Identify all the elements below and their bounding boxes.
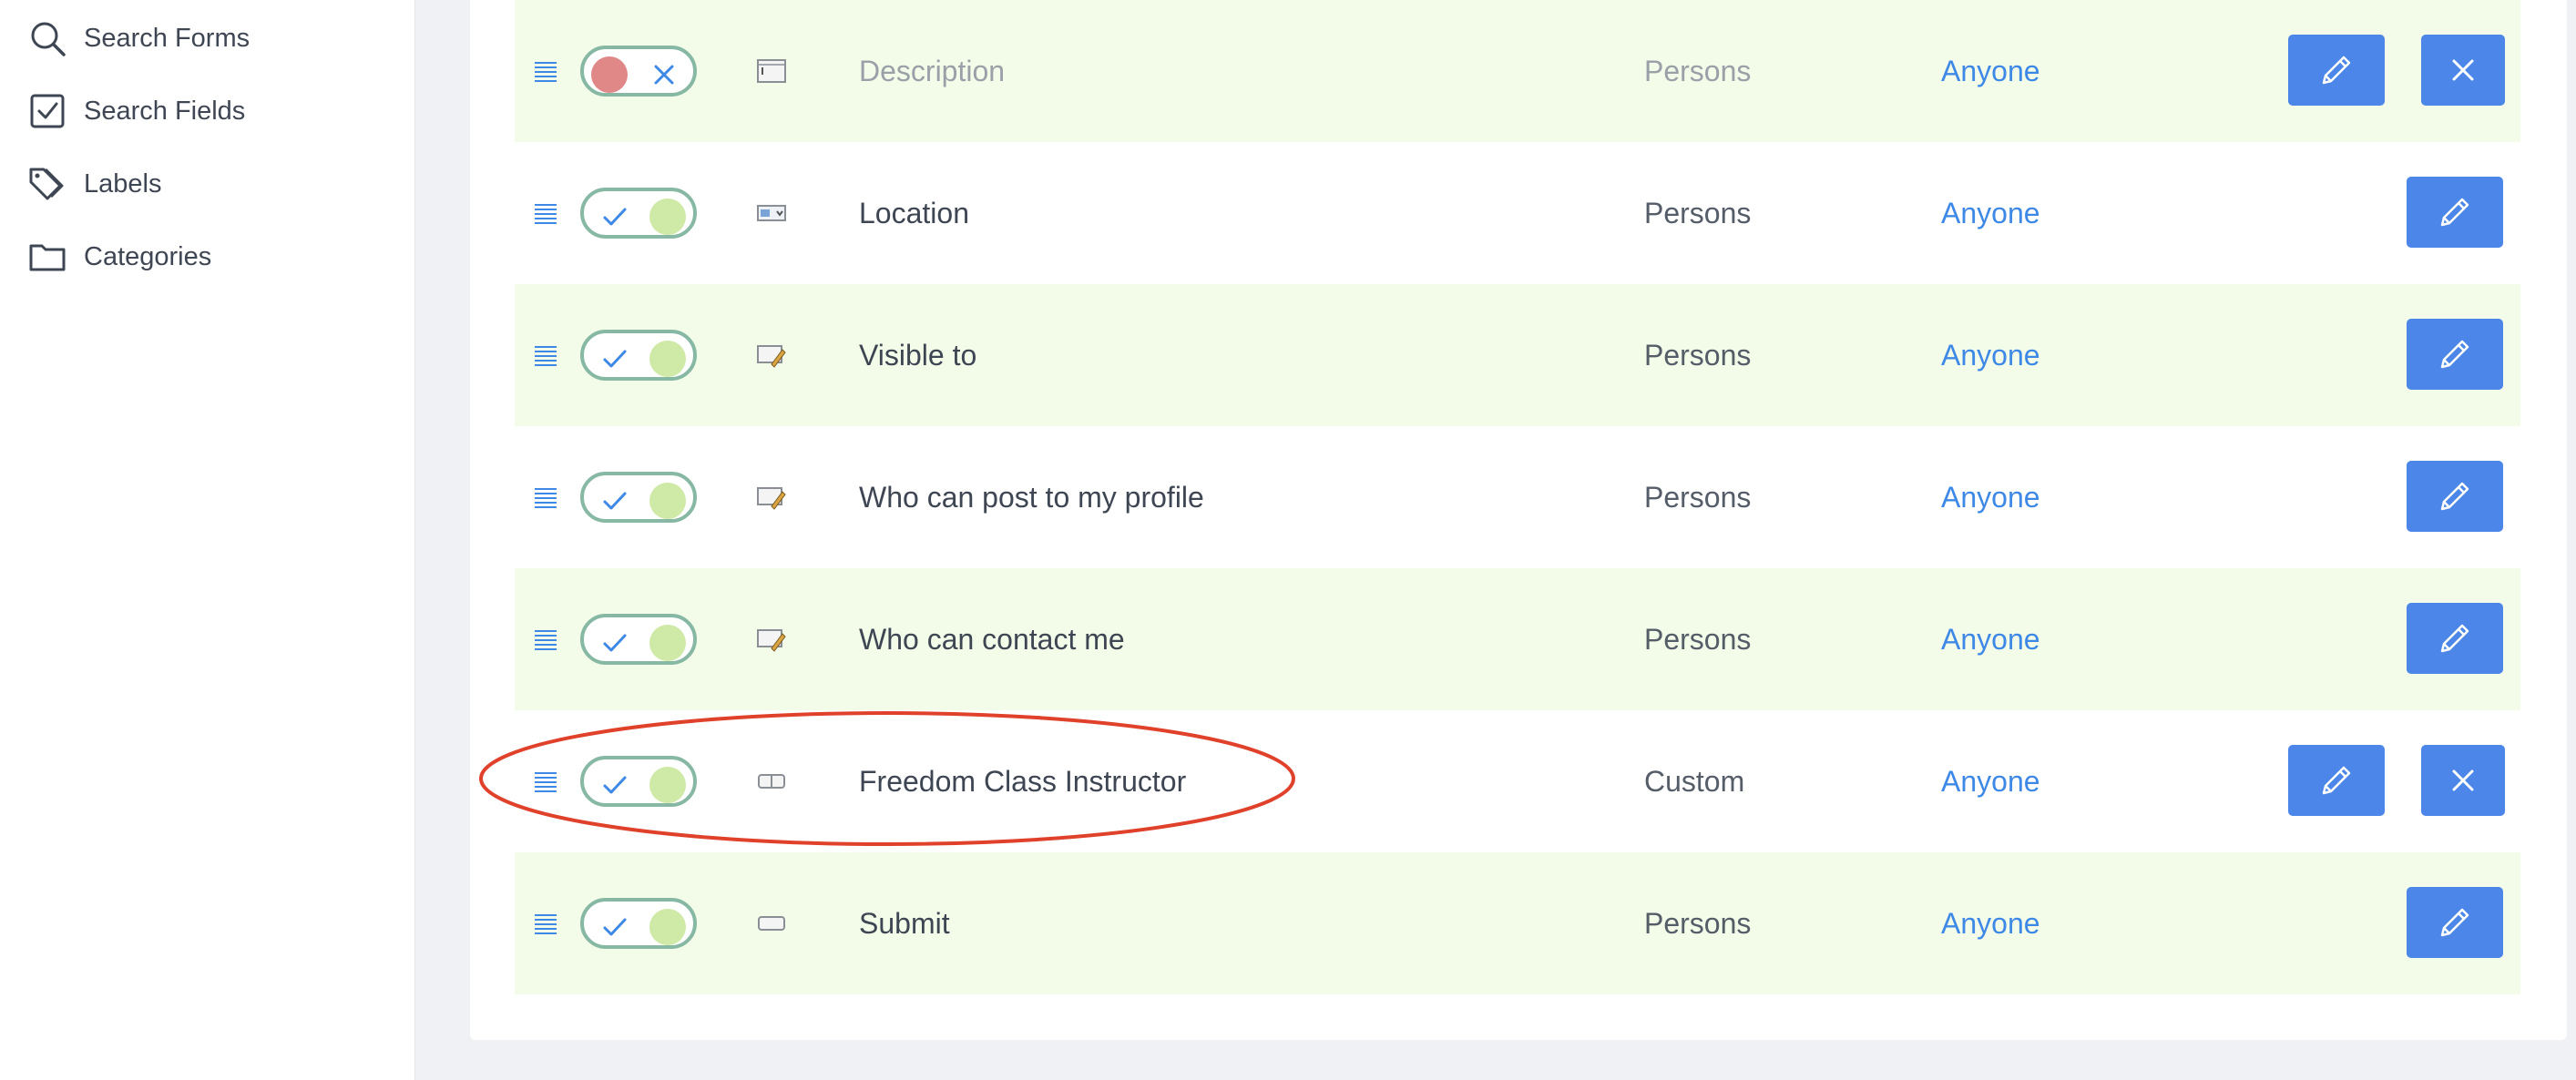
edit-button[interactable] bbox=[2407, 603, 2503, 674]
access-link[interactable]: Anyone bbox=[1941, 710, 2040, 852]
folder-icon bbox=[26, 235, 69, 279]
table-row: Who can contact me Persons Anyone bbox=[515, 568, 2520, 710]
publish-toggle[interactable] bbox=[580, 614, 697, 665]
tags-icon bbox=[26, 162, 69, 206]
close-icon bbox=[2452, 769, 2474, 791]
publish-toggle[interactable] bbox=[580, 756, 697, 807]
table-row: Who can post to my profile Persons Anyon… bbox=[515, 426, 2520, 568]
drag-handle-icon[interactable] bbox=[530, 0, 561, 142]
toggle-knob bbox=[591, 56, 628, 93]
publish-toggle[interactable] bbox=[580, 46, 697, 97]
field-title: Submit bbox=[859, 906, 950, 940]
sidebar-item-label: Categories bbox=[84, 241, 212, 271]
search-icon bbox=[26, 16, 69, 60]
edit-button[interactable] bbox=[2407, 177, 2503, 248]
access-link[interactable]: Anyone bbox=[1941, 426, 2040, 568]
sidebar-item-categories[interactable]: Categories bbox=[26, 231, 211, 282]
access-link[interactable]: Anyone bbox=[1941, 852, 2040, 994]
delete-button[interactable] bbox=[2421, 35, 2505, 106]
toggle-knob bbox=[649, 625, 686, 661]
privacy-field-icon bbox=[753, 568, 790, 710]
edit-button[interactable] bbox=[2288, 35, 2385, 106]
button-field-icon bbox=[753, 852, 790, 994]
drag-handle-icon[interactable] bbox=[530, 568, 561, 710]
pencil-icon bbox=[2440, 198, 2469, 227]
pencil-icon bbox=[2440, 340, 2469, 369]
field-title: Who can post to my profile bbox=[859, 480, 1204, 514]
check-icon bbox=[603, 350, 627, 368]
profile-type: Persons bbox=[1644, 622, 1752, 656]
field-title: Location bbox=[859, 196, 969, 229]
sidebar-item-labels[interactable]: Labels bbox=[26, 158, 161, 209]
sidebar-item-label: Search Forms bbox=[84, 23, 250, 53]
sidebar: Search Forms Search Fields Labels Catego… bbox=[0, 0, 415, 1080]
drag-handle-icon[interactable] bbox=[530, 142, 561, 284]
access-link[interactable]: Anyone bbox=[1941, 284, 2040, 426]
publish-toggle[interactable] bbox=[580, 330, 697, 381]
drag-handle-icon[interactable] bbox=[530, 426, 561, 568]
table-row: Visible to Persons Anyone bbox=[515, 284, 2520, 426]
access-link[interactable]: Anyone bbox=[1941, 0, 2040, 142]
field-title: Freedom Class Instructor bbox=[859, 764, 1187, 798]
sidebar-item-label: Labels bbox=[84, 168, 162, 199]
close-icon bbox=[2452, 59, 2474, 81]
access-link[interactable]: Anyone bbox=[1941, 142, 2040, 284]
access-link[interactable]: Anyone bbox=[1941, 568, 2040, 710]
privacy-field-icon bbox=[753, 284, 790, 426]
edit-button[interactable] bbox=[2407, 319, 2503, 390]
edit-button[interactable] bbox=[2407, 461, 2503, 532]
check-icon bbox=[603, 634, 627, 652]
profile-type: Persons bbox=[1644, 480, 1752, 514]
profile-type: Persons bbox=[1644, 196, 1752, 229]
profile-type: Persons bbox=[1644, 906, 1752, 940]
toggle-knob bbox=[649, 767, 686, 803]
sidebar-item-search-fields[interactable]: Search Fields bbox=[26, 86, 245, 137]
privacy-field-icon bbox=[753, 426, 790, 568]
edit-button[interactable] bbox=[2288, 745, 2385, 816]
field-title: Visible to bbox=[859, 338, 977, 372]
publish-toggle[interactable] bbox=[580, 898, 697, 949]
checkbox-icon bbox=[26, 89, 69, 133]
profile-type: Persons bbox=[1644, 338, 1752, 372]
drag-handle-icon[interactable] bbox=[530, 852, 561, 994]
checkbox-field-icon bbox=[753, 710, 790, 852]
pencil-icon bbox=[2322, 56, 2351, 85]
table-row: Description Persons Anyone bbox=[515, 0, 2520, 142]
toggle-knob bbox=[649, 483, 686, 519]
table-row: Freedom Class Instructor Custom Anyone bbox=[515, 710, 2520, 852]
table-row: Submit Persons Anyone bbox=[515, 852, 2520, 994]
textarea-icon bbox=[753, 0, 790, 142]
toggle-knob bbox=[649, 341, 686, 377]
edit-button[interactable] bbox=[2407, 887, 2503, 958]
table-row: Location Persons Anyone bbox=[515, 142, 2520, 284]
publish-toggle[interactable] bbox=[580, 472, 697, 523]
drag-handle-icon[interactable] bbox=[530, 710, 561, 852]
sidebar-item-label: Search Fields bbox=[84, 96, 246, 126]
publish-toggle[interactable] bbox=[580, 188, 697, 239]
delete-button[interactable] bbox=[2421, 745, 2505, 816]
field-title: Who can contact me bbox=[859, 622, 1125, 656]
pencil-icon bbox=[2322, 766, 2351, 795]
toggle-knob bbox=[649, 199, 686, 235]
check-icon bbox=[603, 208, 627, 226]
sidebar-item-search-forms[interactable]: Search Forms bbox=[26, 13, 250, 64]
location-field-icon bbox=[753, 142, 790, 284]
pencil-icon bbox=[2440, 908, 2469, 937]
drag-handle-icon[interactable] bbox=[530, 284, 561, 426]
pencil-icon bbox=[2440, 624, 2469, 653]
check-icon bbox=[603, 776, 627, 794]
profile-type: Persons bbox=[1644, 54, 1752, 87]
profile-type: Custom bbox=[1644, 764, 1745, 798]
toggle-knob bbox=[649, 909, 686, 945]
close-icon bbox=[654, 65, 674, 85]
check-icon bbox=[603, 492, 627, 510]
check-icon bbox=[603, 918, 627, 936]
field-title: Description bbox=[859, 54, 1006, 87]
pencil-icon bbox=[2440, 482, 2469, 511]
